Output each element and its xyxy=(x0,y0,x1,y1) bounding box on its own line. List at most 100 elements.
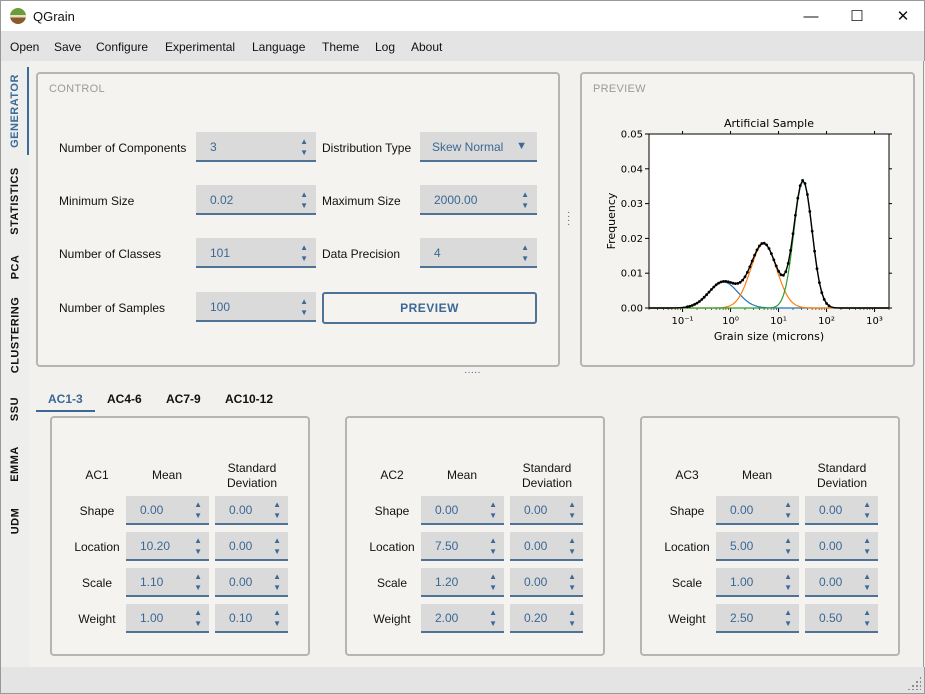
tab-ac4-6[interactable]: AC4-6 xyxy=(107,392,142,406)
spin-up-icon[interactable]: ▲ xyxy=(273,573,281,581)
spin-down-icon[interactable]: ▼ xyxy=(300,202,308,210)
location-mean-spinbox[interactable]: 10.20 ▲ ▼ xyxy=(126,532,209,561)
spin-up-icon[interactable]: ▲ xyxy=(521,244,529,252)
spin-up-icon[interactable]: ▲ xyxy=(863,609,871,617)
spin-down-icon[interactable]: ▼ xyxy=(863,512,871,520)
spin-up-icon[interactable]: ▲ xyxy=(194,537,202,545)
distribution-type-select[interactable]: Skew Normal ▼ xyxy=(420,132,537,162)
spin-down-icon[interactable]: ▼ xyxy=(194,548,202,556)
spin-down-icon[interactable]: ▼ xyxy=(863,584,871,592)
spin-down-icon[interactable]: ▼ xyxy=(489,584,497,592)
spin-up-icon[interactable]: ▲ xyxy=(568,501,576,509)
maximize-button[interactable]: ☐ xyxy=(834,1,880,31)
spin-up-icon[interactable]: ▲ xyxy=(784,537,792,545)
menu-about[interactable]: About xyxy=(411,40,442,54)
menu-experimental[interactable]: Experimental xyxy=(165,40,235,54)
spin-up-icon[interactable]: ▲ xyxy=(194,573,202,581)
scale-std-spinbox[interactable]: 0.00 ▲ ▼ xyxy=(510,568,583,597)
tab-ac10-12[interactable]: AC10-12 xyxy=(225,392,273,406)
spin-up-icon[interactable]: ▲ xyxy=(273,537,281,545)
tab-udm[interactable]: UDM xyxy=(1,501,29,541)
spin-up-icon[interactable]: ▲ xyxy=(300,138,308,146)
scale-mean-spinbox[interactable]: 1.20 ▲ ▼ xyxy=(421,568,504,597)
spin-up-icon[interactable]: ▲ xyxy=(863,501,871,509)
spin-up-icon[interactable]: ▲ xyxy=(568,609,576,617)
data-precision-spinbox[interactable]: 4 ▲ ▼ xyxy=(420,238,537,268)
spin-down-icon[interactable]: ▼ xyxy=(863,548,871,556)
weight-std-spinbox[interactable]: 0.10 ▲ ▼ xyxy=(215,604,288,633)
shape-mean-spinbox[interactable]: 0.00 ▲ ▼ xyxy=(716,496,799,525)
spin-up-icon[interactable]: ▲ xyxy=(273,609,281,617)
location-std-spinbox[interactable]: 0.00 ▲ ▼ xyxy=(510,532,583,561)
location-std-spinbox[interactable]: 0.00 ▲ ▼ xyxy=(805,532,878,561)
num-samples-spinbox[interactable]: 100 ▲ ▼ xyxy=(196,292,316,322)
location-std-spinbox[interactable]: 0.00 ▲ ▼ xyxy=(215,532,288,561)
spin-up-icon[interactable]: ▲ xyxy=(489,501,497,509)
shape-std-spinbox[interactable]: 0.00 ▲ ▼ xyxy=(510,496,583,525)
spin-up-icon[interactable]: ▲ xyxy=(863,573,871,581)
tab-pca[interactable]: PCA xyxy=(1,247,29,287)
spin-up-icon[interactable]: ▲ xyxy=(784,501,792,509)
spin-up-icon[interactable]: ▲ xyxy=(489,537,497,545)
spin-down-icon[interactable]: ▼ xyxy=(194,512,202,520)
menu-language[interactable]: Language xyxy=(252,40,305,54)
preview-button[interactable]: PREVIEW xyxy=(322,292,537,324)
spin-down-icon[interactable]: ▼ xyxy=(489,620,497,628)
spin-down-icon[interactable]: ▼ xyxy=(273,584,281,592)
shape-mean-spinbox[interactable]: 0.00 ▲ ▼ xyxy=(421,496,504,525)
spin-down-icon[interactable]: ▼ xyxy=(300,149,308,157)
weight-std-spinbox[interactable]: 0.20 ▲ ▼ xyxy=(510,604,583,633)
close-button[interactable]: ✕ xyxy=(880,1,925,31)
spin-down-icon[interactable]: ▼ xyxy=(194,584,202,592)
spin-up-icon[interactable]: ▲ xyxy=(863,537,871,545)
spin-up-icon[interactable]: ▲ xyxy=(568,573,576,581)
spin-up-icon[interactable]: ▲ xyxy=(784,609,792,617)
tab-statistics[interactable]: STATISTICS xyxy=(1,161,29,241)
spin-down-icon[interactable]: ▼ xyxy=(784,620,792,628)
tab-emma[interactable]: EMMA xyxy=(1,441,29,487)
location-mean-spinbox[interactable]: 5.00 ▲ ▼ xyxy=(716,532,799,561)
spin-down-icon[interactable]: ▼ xyxy=(194,620,202,628)
menu-theme[interactable]: Theme xyxy=(322,40,359,54)
spin-down-icon[interactable]: ▼ xyxy=(784,548,792,556)
shape-mean-spinbox[interactable]: 0.00 ▲ ▼ xyxy=(126,496,209,525)
spin-up-icon[interactable]: ▲ xyxy=(194,609,202,617)
spin-down-icon[interactable]: ▼ xyxy=(784,512,792,520)
min-size-spinbox[interactable]: 0.02 ▲ ▼ xyxy=(196,185,316,215)
tab-ac7-9[interactable]: AC7-9 xyxy=(166,392,201,406)
spin-up-icon[interactable]: ▲ xyxy=(521,191,529,199)
spin-down-icon[interactable]: ▼ xyxy=(273,512,281,520)
scale-std-spinbox[interactable]: 0.00 ▲ ▼ xyxy=(805,568,878,597)
spin-up-icon[interactable]: ▲ xyxy=(273,501,281,509)
tab-clustering[interactable]: CLUSTERING xyxy=(1,293,29,377)
menu-save[interactable]: Save xyxy=(54,40,81,54)
spin-up-icon[interactable]: ▲ xyxy=(300,298,308,306)
spin-up-icon[interactable]: ▲ xyxy=(489,609,497,617)
spin-up-icon[interactable]: ▲ xyxy=(194,501,202,509)
spin-down-icon[interactable]: ▼ xyxy=(300,255,308,263)
scale-mean-spinbox[interactable]: 1.10 ▲ ▼ xyxy=(126,568,209,597)
scale-std-spinbox[interactable]: 0.00 ▲ ▼ xyxy=(215,568,288,597)
scale-mean-spinbox[interactable]: 1.00 ▲ ▼ xyxy=(716,568,799,597)
weight-std-spinbox[interactable]: 0.50 ▲ ▼ xyxy=(805,604,878,633)
num-classes-spinbox[interactable]: 101 ▲ ▼ xyxy=(196,238,316,268)
spin-down-icon[interactable]: ▼ xyxy=(568,512,576,520)
spin-up-icon[interactable]: ▲ xyxy=(300,244,308,252)
resize-grip-icon[interactable] xyxy=(907,676,921,690)
spin-up-icon[interactable]: ▲ xyxy=(300,191,308,199)
spin-down-icon[interactable]: ▼ xyxy=(300,309,308,317)
spin-down-icon[interactable]: ▼ xyxy=(273,548,281,556)
menu-log[interactable]: Log xyxy=(375,40,395,54)
spin-up-icon[interactable]: ▲ xyxy=(489,573,497,581)
spin-down-icon[interactable]: ▼ xyxy=(489,512,497,520)
location-mean-spinbox[interactable]: 7.50 ▲ ▼ xyxy=(421,532,504,561)
weight-mean-spinbox[interactable]: 2.50 ▲ ▼ xyxy=(716,604,799,633)
vertical-splitter-handle[interactable]: · · · · xyxy=(567,208,570,230)
tab-generator[interactable]: GENERATOR xyxy=(1,67,29,155)
shape-std-spinbox[interactable]: 0.00 ▲ ▼ xyxy=(805,496,878,525)
weight-mean-spinbox[interactable]: 2.00 ▲ ▼ xyxy=(421,604,504,633)
minimize-button[interactable]: — xyxy=(788,1,834,31)
weight-mean-spinbox[interactable]: 1.00 ▲ ▼ xyxy=(126,604,209,633)
max-size-spinbox[interactable]: 2000.00 ▲ ▼ xyxy=(420,185,537,215)
spin-down-icon[interactable]: ▼ xyxy=(273,620,281,628)
